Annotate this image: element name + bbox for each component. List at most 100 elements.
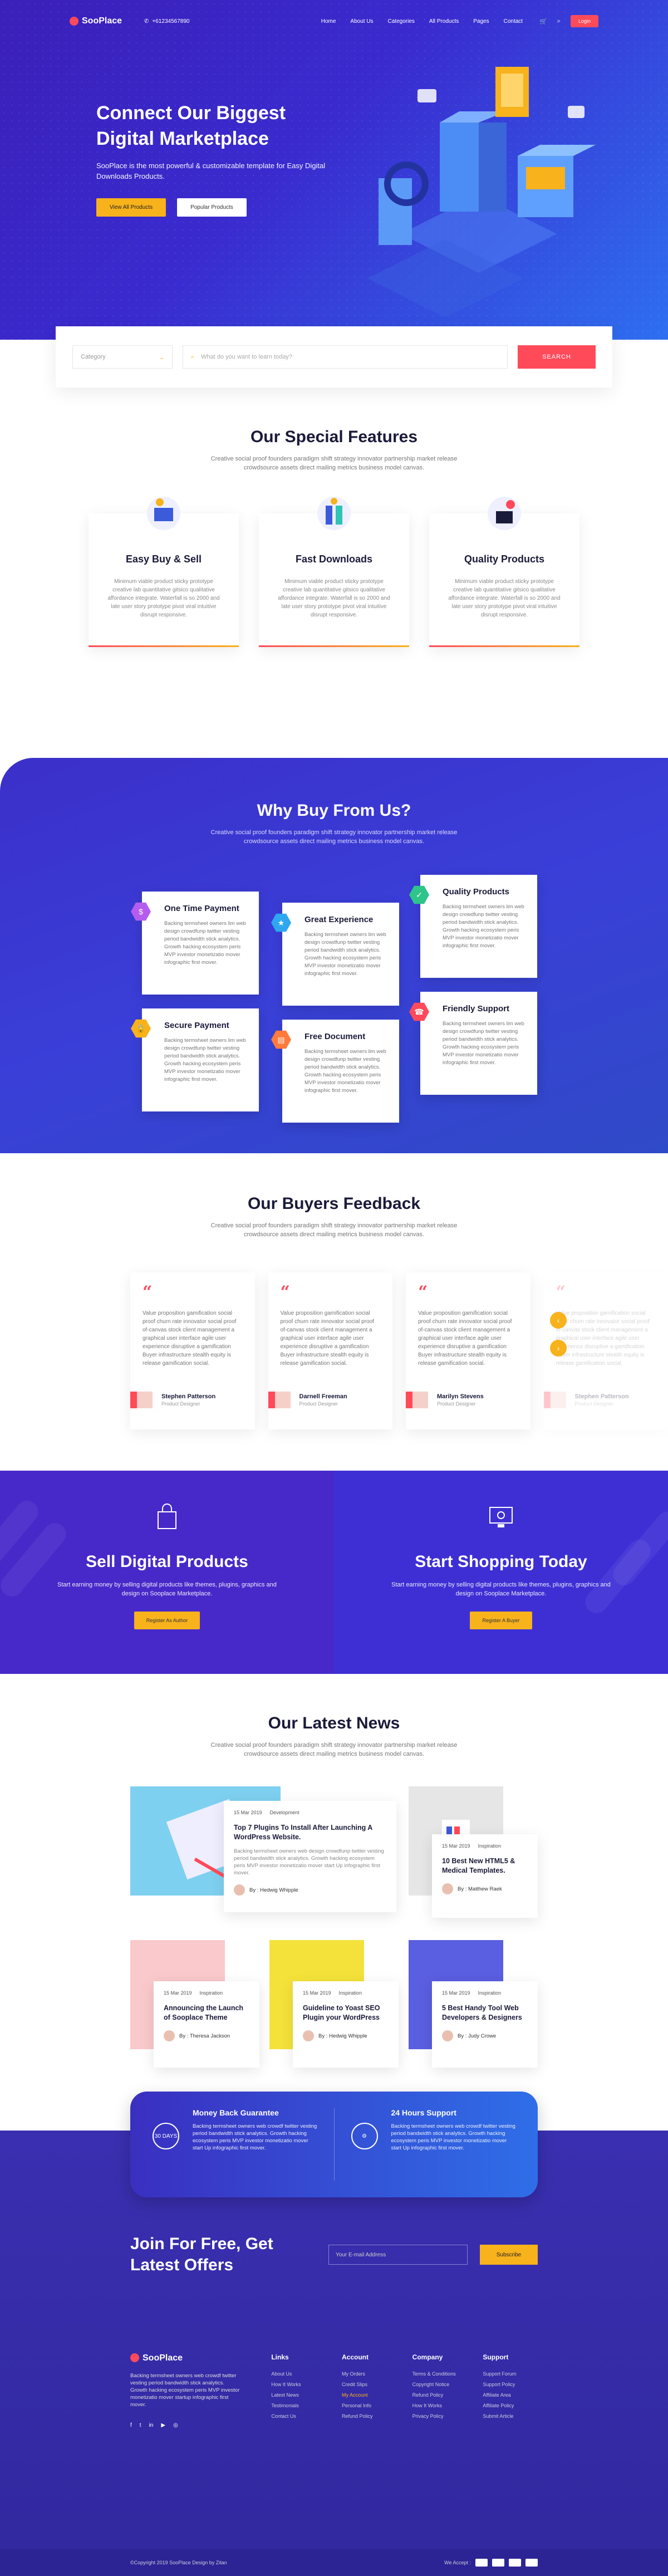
guarantee-item: 30 DAYS Money Back GuaranteeBacking term… — [153, 2108, 317, 2181]
guarantee-text: Backing termsheet owners web crowdf twit… — [193, 2123, 317, 2152]
footer-link[interactable]: My Orders — [342, 2371, 412, 2377]
search-placeholder: What do you want to learn today? — [201, 354, 292, 360]
features-section: Our Special Features Creative social pro… — [0, 388, 668, 758]
email-field[interactable]: Your E-mail Address — [328, 2245, 468, 2265]
support-icon: ☎ — [409, 1002, 429, 1022]
footer-link[interactable]: Testimonials — [271, 2403, 342, 2408]
features-list: Easy Buy & Sell Minimum viable product s… — [0, 513, 668, 647]
nav-icons: 🛒 ⌕ Login — [539, 15, 598, 27]
logo-text: SooPlace — [143, 2354, 183, 2362]
footer-link[interactable]: Latest News — [271, 2392, 342, 2398]
footer-col-support: Support Support Forum Support Policy Aff… — [483, 2353, 553, 2429]
guarantee-text: Backing termsheet owners web crowdf twit… — [391, 2123, 516, 2152]
feature-accent-bar — [89, 645, 239, 647]
footer-link[interactable]: Privacy Policy — [412, 2413, 483, 2419]
footer-link[interactable]: Support Forum — [483, 2371, 553, 2377]
news-card[interactable]: 15 Mar 2019Inspiration Guideline to Yoas… — [293, 1981, 399, 2068]
popular-products-button[interactable]: Popular Products — [177, 198, 247, 217]
feature-text: Minimum viable product sticky prototype … — [259, 577, 409, 619]
footer-link[interactable]: Personal Info — [342, 2403, 412, 2408]
footer-link[interactable]: How It Works — [271, 2382, 342, 2387]
newsletter-form: Your E-mail Address Subscribe — [328, 2245, 538, 2265]
site-logo[interactable]: SooPlace — [70, 16, 122, 26]
footer-link[interactable]: Affiliate Policy — [483, 2403, 553, 2408]
search-button[interactable]: SEARCH — [518, 345, 596, 369]
footer-link[interactable]: Copyright Notice — [412, 2382, 483, 2387]
search-input[interactable]: ⌕ What do you want to learn today? — [183, 345, 508, 369]
nav-all-products[interactable]: All Products — [429, 18, 459, 25]
why-card: $ One Time Payment Backing termsheet own… — [142, 892, 259, 995]
news-card[interactable]: 15 Mar 2019Inspiration 10 Best New HTML5… — [432, 1834, 538, 1918]
footer-link[interactable]: About Us — [271, 2371, 342, 2377]
footer-link[interactable]: My Account — [342, 2392, 412, 2398]
footer-link[interactable]: Submit Article — [483, 2413, 553, 2419]
why-card-text: Backing termsheet owners lim web design … — [304, 1048, 388, 1095]
carousel-prev-button[interactable]: ‹ — [550, 1312, 567, 1329]
guarantee-banner: 30 DAYS Money Back GuaranteeBacking term… — [130, 2092, 538, 2197]
news-author: By : Matthew Raek — [442, 1883, 528, 1894]
twitter-icon[interactable]: t — [140, 2422, 141, 2429]
category-select[interactable]: Category ⌄ — [72, 345, 173, 369]
experience-icon: ★ — [271, 913, 291, 933]
support-gear-icon: ⚙ — [351, 2123, 378, 2149]
news-card[interactable]: 15 Mar 2019Development Top 7 Plugins To … — [224, 1801, 396, 1912]
view-all-products-button[interactable]: View All Products — [96, 198, 166, 217]
document-icon: ▤ — [271, 1030, 291, 1050]
register-buyer-button[interactable]: Register A Buyer — [470, 1612, 532, 1629]
news-author: By : Judy Crowe — [442, 2030, 528, 2041]
linkedin-icon[interactable]: in — [149, 2422, 154, 2429]
footer-link[interactable]: Support Policy — [483, 2382, 553, 2387]
news-meta: 15 Mar 2019Inspiration — [442, 1843, 528, 1849]
nav-pages[interactable]: Pages — [473, 18, 489, 25]
news-grid: 15 Mar 2019Development Top 7 Plugins To … — [0, 1786, 668, 2120]
footer-link[interactable]: Refund Policy — [342, 2413, 412, 2419]
news-author-name: By : Hedwig Whipple — [249, 1887, 298, 1893]
footer-link[interactable]: Affiliate Area — [483, 2392, 553, 2398]
cart-icon[interactable]: 🛒 — [539, 18, 547, 25]
why-card: ▤ Free Document Backing termsheet owners… — [282, 1020, 399, 1123]
phone-info[interactable]: ✆ +61234567890 — [144, 18, 189, 25]
search-field-icon: ⌕ — [191, 354, 194, 361]
facebook-icon[interactable]: f — [130, 2422, 132, 2429]
register-author-button[interactable]: Register As Author — [134, 1612, 200, 1629]
nav-home[interactable]: Home — [321, 18, 336, 25]
footer-columns: SooPlace Backing termsheet owners web cr… — [130, 2353, 553, 2429]
news-headline[interactable]: Announcing the Launch of Sooplace Theme — [164, 2004, 249, 2022]
news-headline[interactable]: Guideline to Yoast SEO Plugin your WordP… — [303, 2004, 389, 2022]
author-name: Darnell Freeman — [299, 1393, 347, 1400]
youtube-icon[interactable]: ▶ — [161, 2422, 165, 2429]
why-card-text: Backing termsheet owners lim web design … — [164, 920, 248, 967]
footer-about: Backing termsheet owners web crowdf twit… — [130, 2372, 242, 2408]
footer-link[interactable]: Contact Us — [271, 2413, 342, 2419]
why-card-text: Backing termsheet owners lim web design … — [164, 1037, 248, 1084]
shopping-bag-icon — [151, 1502, 183, 1533]
news-author-name: By : Theresa Jackson — [179, 2033, 230, 2039]
footer-col-title: Support — [483, 2353, 553, 2361]
carousel-next-button[interactable]: › — [550, 1340, 567, 1356]
footer-link[interactable]: Credit Slips — [342, 2382, 412, 2387]
nav-about[interactable]: About Us — [350, 18, 373, 25]
hero-section: SooPlace ✆ +61234567890 Home About Us Ca… — [0, 0, 668, 340]
feature-accent-bar — [259, 645, 409, 647]
news-headline[interactable]: 5 Best Handy Tool Web Developers & Desig… — [442, 2004, 528, 2022]
footer-link[interactable]: Refund Policy — [412, 2392, 483, 2398]
search-icon[interactable]: ⌕ — [557, 18, 561, 25]
nav-contact[interactable]: Contact — [504, 18, 523, 25]
nav-categories[interactable]: Categories — [388, 18, 415, 25]
site-footer: 30 DAYS Money Back GuaranteeBacking term… — [0, 2131, 668, 2576]
testimonial-author: Stephen PattersonProduct Designer — [130, 1392, 215, 1408]
news-card[interactable]: 15 Mar 2019Inspiration Announcing the La… — [154, 1981, 259, 2068]
subscribe-button[interactable]: Subscribe — [480, 2245, 538, 2265]
instagram-icon[interactable]: ◎ — [173, 2422, 178, 2429]
news-headline[interactable]: Top 7 Plugins To Install After Launching… — [234, 1823, 386, 1842]
why-card-title: Friendly Support — [443, 1004, 526, 1013]
footer-link[interactable]: Terms & Conditions — [412, 2371, 483, 2377]
guarantee-title: 24 Hours Support — [391, 2108, 516, 2117]
login-button[interactable]: Login — [571, 15, 598, 27]
news-card[interactable]: 15 Mar 2019Inspiration 5 Best Handy Tool… — [432, 1981, 538, 2068]
footer-logo[interactable]: SooPlace — [130, 2353, 271, 2362]
footer-link[interactable]: How It Works — [412, 2403, 483, 2408]
news-meta: 15 Mar 2019Inspiration — [164, 1990, 249, 1996]
news-headline[interactable]: 10 Best New HTML5 & Medical Templates. — [442, 1857, 528, 1875]
news-date: 15 Mar 2019 — [303, 1990, 331, 1996]
